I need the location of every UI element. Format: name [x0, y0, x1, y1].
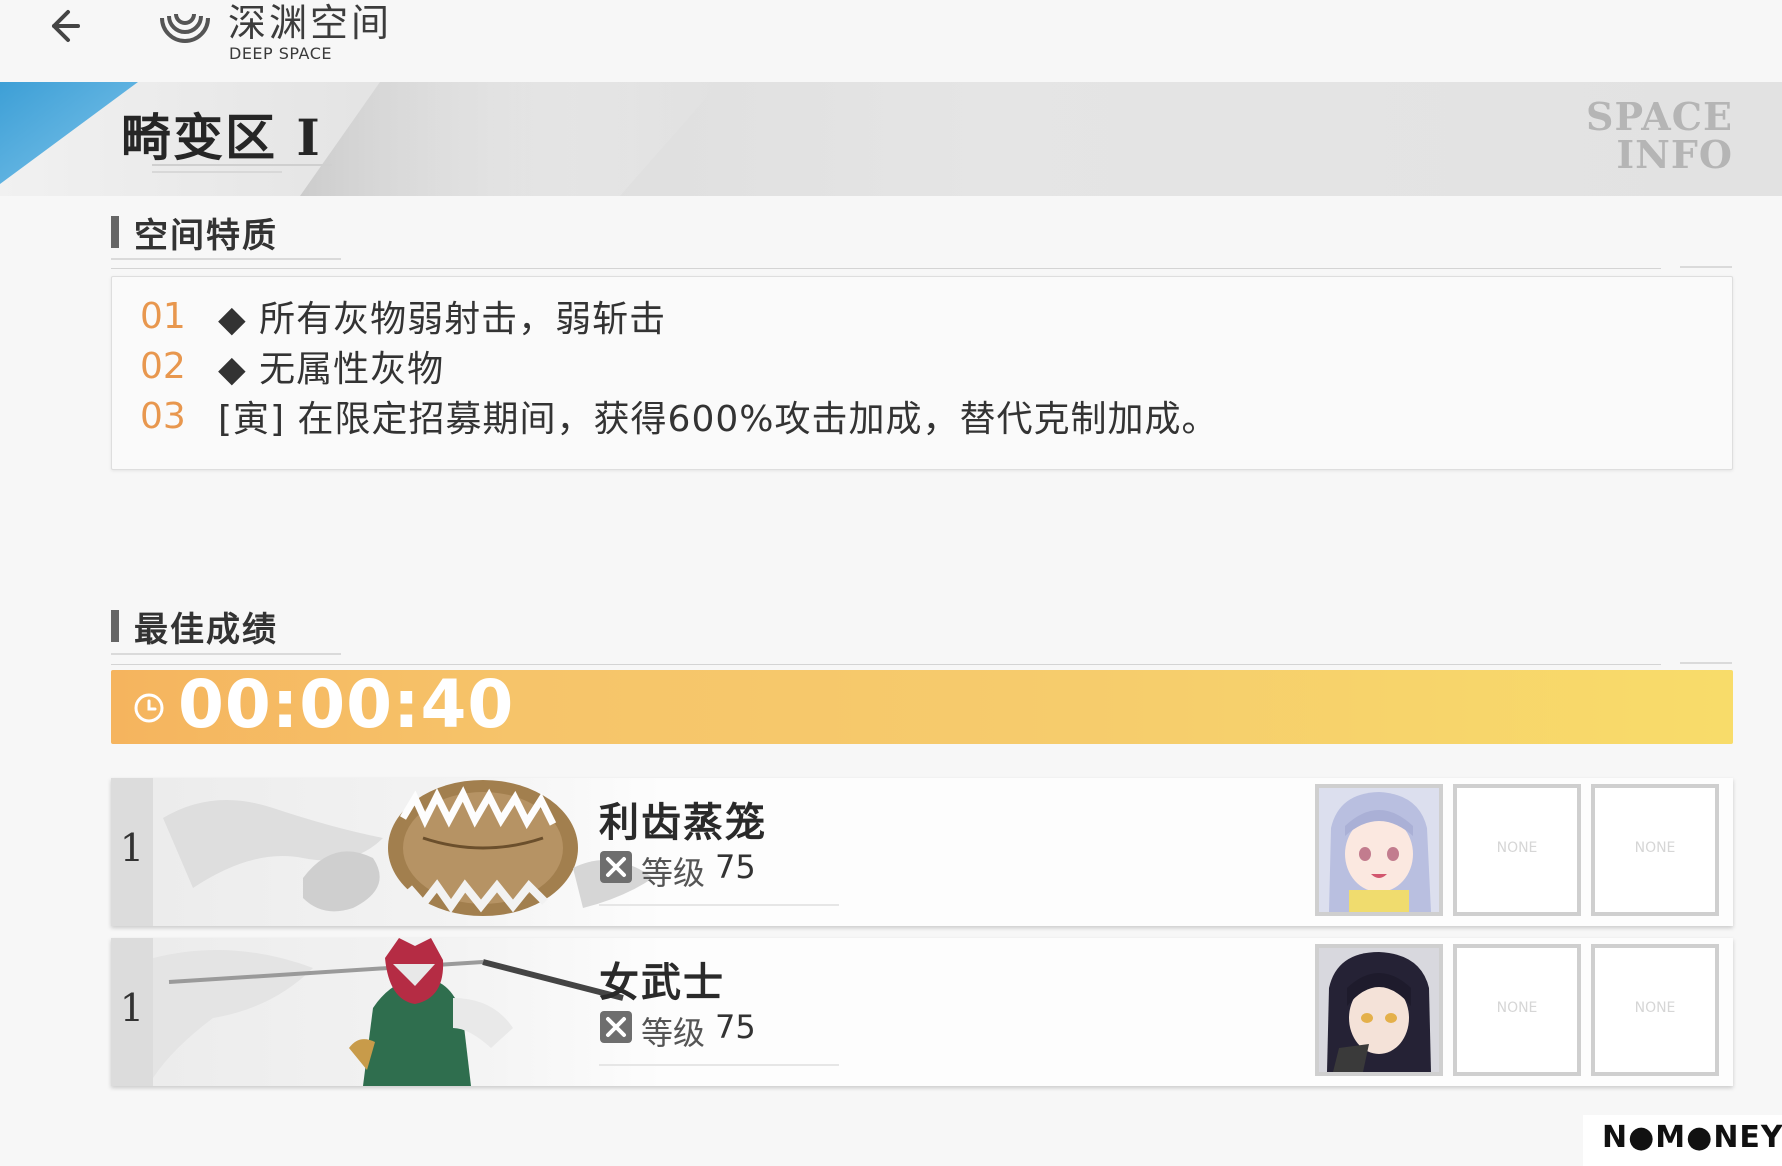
- space-info-line2: INFO: [1616, 132, 1733, 177]
- traits-box: 01 ◆ 所有灰物弱射击，弱斩击 02 ◆ 无属性灰物 03 [寅] 在限定招募…: [111, 276, 1733, 470]
- best-time-value: 00:00:40: [178, 666, 515, 743]
- trait-text: ◆ 无属性灰物: [218, 349, 445, 390]
- divider-caption: [1680, 266, 1732, 268]
- trait-item: 02 ◆ 无属性灰物: [140, 341, 444, 391]
- level-value: 75: [715, 848, 756, 886]
- team-slot-empty[interactable]: NONE: [1591, 944, 1719, 1076]
- traits-heading: 空间特质: [134, 216, 278, 256]
- level-value: 75: [715, 1008, 756, 1046]
- caption-line: [599, 1064, 839, 1066]
- level-label: 等级: [641, 1014, 706, 1052]
- trait-item: 01 ◆ 所有灰物弱射击，弱斩击: [140, 291, 666, 341]
- slot-none-label: NONE: [1496, 840, 1538, 856]
- record-row[interactable]: 1 女武士 等级 75 NONE NONE: [111, 938, 1733, 1086]
- crossed-box-icon: [600, 1011, 632, 1043]
- team-slot-avatar[interactable]: [1315, 784, 1443, 916]
- heading-caption-line: [111, 653, 341, 655]
- banner-sheen-decoration: [300, 82, 720, 196]
- best-record-heading: 最佳成绩: [134, 610, 278, 650]
- record-rank: 1: [119, 826, 145, 870]
- slot-none-label: NONE: [1496, 1000, 1538, 1016]
- samurai-fox-art: [153, 938, 624, 1086]
- trait-text: ◆ 所有灰物弱射击，弱斩击: [218, 299, 667, 340]
- record-rank: 1: [119, 986, 145, 1030]
- enemy-artwork: [153, 778, 663, 926]
- steamer-monster-art: [163, 780, 653, 916]
- caption-line: [599, 904, 839, 906]
- page-title: 深渊空间: [228, 1, 393, 45]
- deep-space-logo-icon: [160, 13, 210, 43]
- enemy-artwork: [153, 938, 663, 1086]
- banner-blue-stripe: [0, 82, 138, 184]
- space-info-line1: SPACE: [1586, 94, 1733, 139]
- character-portrait-dark-hair: [1319, 948, 1439, 1072]
- enemy-name: 利齿蒸笼: [599, 799, 767, 846]
- divider-caption: [1680, 662, 1732, 664]
- heading-caption-line: [111, 258, 341, 260]
- trait-text: [寅] 在限定招募期间，获得600%攻击加成，替代克制加成。: [218, 399, 1219, 440]
- section-divider: [111, 268, 1661, 269]
- slot-none-label: NONE: [1634, 1000, 1676, 1016]
- enemy-name: 女武士: [599, 959, 725, 1006]
- character-portrait-silver-hair: [1319, 788, 1439, 912]
- record-row[interactable]: 1 利齿蒸笼 等级 75 NONE NONE: [111, 778, 1733, 926]
- space-info-badge: SPACE INFO: [1560, 98, 1733, 174]
- trait-number: 03: [140, 395, 186, 437]
- trait-number: 01: [140, 295, 186, 337]
- zone-name: 畸变区 I: [121, 108, 322, 167]
- crossed-box-icon: [600, 851, 632, 883]
- team-slot-empty[interactable]: NONE: [1453, 944, 1581, 1076]
- back-arrow-icon[interactable]: [38, 2, 86, 50]
- trait-number: 02: [140, 345, 186, 387]
- trait-item: 03 [寅] 在限定招募期间，获得600%攻击加成，替代克制加成。: [140, 391, 1218, 441]
- team-slot-avatar[interactable]: [1315, 944, 1443, 1076]
- slot-none-label: NONE: [1634, 840, 1676, 856]
- team-slot-empty[interactable]: NONE: [1453, 784, 1581, 916]
- clock-icon: [134, 693, 164, 723]
- level-label: 等级: [641, 854, 706, 892]
- team-slot-empty[interactable]: NONE: [1591, 784, 1719, 916]
- page-subtitle: DEEP SPACE: [229, 44, 332, 63]
- zone-caption-line: [152, 164, 332, 166]
- section-marker: [111, 610, 119, 642]
- section-marker: [111, 216, 119, 248]
- watermark-logo: N●M●NEY: [1602, 1120, 1782, 1155]
- zone-caption-line: [152, 171, 282, 173]
- section-divider: [111, 664, 1661, 665]
